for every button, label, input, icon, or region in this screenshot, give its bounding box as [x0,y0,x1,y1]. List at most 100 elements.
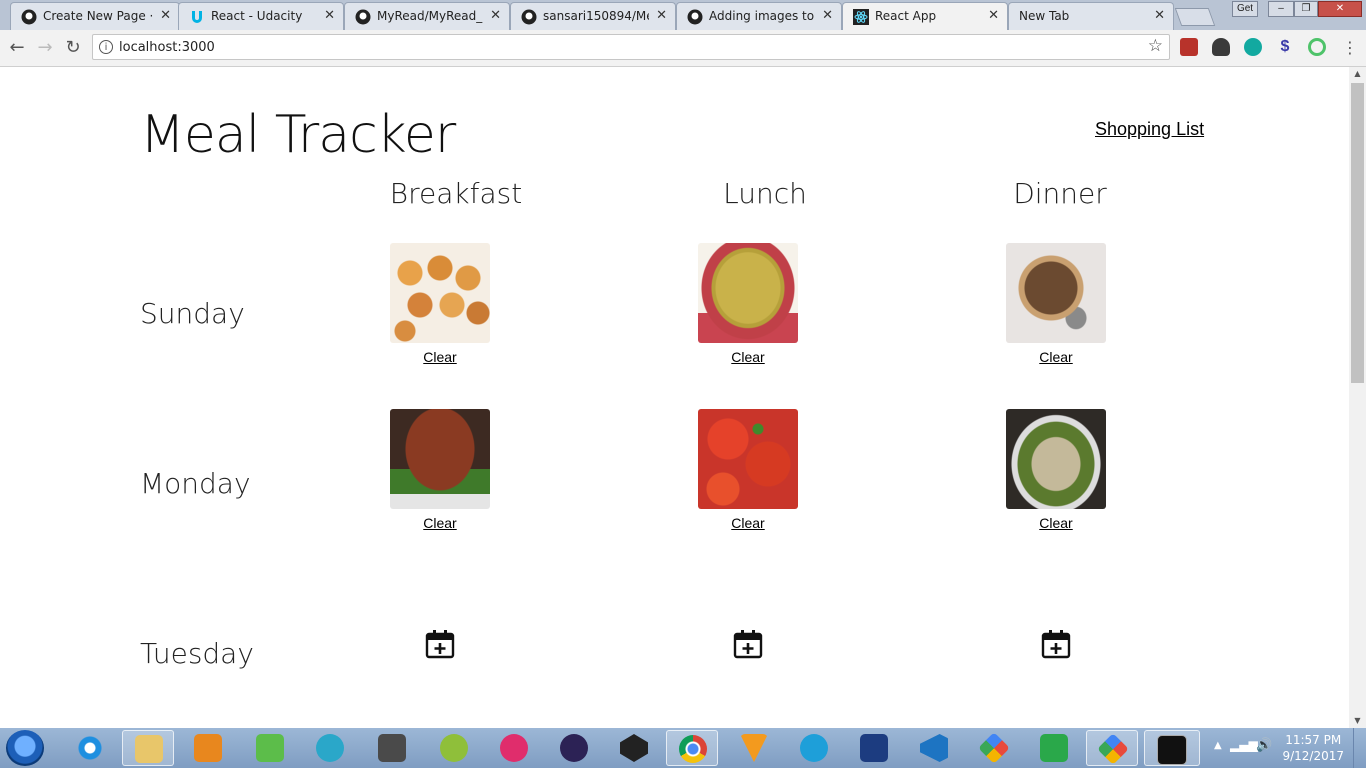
chrome-icon [679,735,707,763]
visual-studio-icon [920,734,948,762]
taskbar-flickr[interactable] [488,730,540,766]
restore-button[interactable]: ❐ [1294,1,1318,17]
stripe-icon[interactable]: $ [1276,38,1294,56]
camera-icon [316,734,344,762]
close-icon[interactable]: ✕ [822,8,833,23]
minimize-button[interactable]: – [1268,1,1294,17]
taskbar-sublime[interactable] [366,730,418,766]
taskbar-gem-open[interactable] [1086,730,1138,766]
meal-slot: Clear [390,243,490,365]
address-bar[interactable]: i localhost:3000 ☆ [92,34,1170,60]
close-icon[interactable]: ✕ [160,8,171,23]
play-icon [800,734,828,762]
tab-sansari-repo[interactable]: sansari150894/Mea ✕ [510,2,676,30]
tab-react-app[interactable]: React App ✕ [842,2,1008,30]
taskbar-ie[interactable] [64,730,116,766]
page-scrollbar[interactable]: ▲ ▼ [1349,67,1366,728]
taskbar-vlc[interactable] [728,730,780,766]
taskbar-eclipse[interactable] [548,730,600,766]
clear-button[interactable]: Clear [1006,515,1106,531]
tab-title: Create New Page · s [43,9,153,23]
clear-button[interactable]: Clear [698,515,798,531]
vector-icon [740,734,768,762]
show-hidden-icons-icon[interactable]: ▲ [1214,740,1222,751]
curry-bowl-photo [698,243,798,343]
clear-button[interactable]: Clear [1006,349,1106,365]
window-close-button[interactable]: ✕ [1318,1,1362,17]
fried-puffs-photo [390,243,490,343]
day-label-monday: Monday [140,467,251,500]
taskbar-unity[interactable] [608,730,660,766]
tab-title: sansari150894/Mea [543,9,649,23]
github-icon [21,9,37,25]
calendar-add-icon[interactable] [1040,628,1072,660]
command-prompt-icon [1157,735,1187,765]
taskbar-cmd[interactable] [1144,730,1200,766]
taskbar-explorer[interactable] [122,730,174,766]
clock-date: 9/12/2017 [1282,749,1344,763]
extension-icon[interactable] [1180,38,1198,56]
tab-new-tab[interactable]: New Tab ✕ [1008,2,1174,30]
evernote-icon[interactable] [1212,38,1230,56]
taskbar-android[interactable] [428,730,480,766]
volume-icon[interactable]: 🔊 [1256,738,1272,753]
meal-header-dinner: Dinner [1013,177,1107,210]
tab-title: React - Udacity [211,9,303,23]
page-title: Meal Tracker [140,105,456,165]
close-icon[interactable]: ✕ [656,8,667,23]
shopping-list-link[interactable]: Shopping List [1095,119,1204,140]
tab-title: New Tab [1019,9,1070,23]
forward-arrow-icon[interactable]: → [35,38,55,58]
calendar-add-icon[interactable] [732,628,764,660]
close-icon[interactable]: ✕ [988,8,999,23]
taskbar-gem[interactable] [968,730,1020,766]
tab-myread[interactable]: MyRead/MyRead_3 ✕ [344,2,510,30]
bookmark-star-icon[interactable]: ☆ [1148,36,1163,56]
reload-icon[interactable]: ↻ [63,38,83,58]
tab-create-new-page[interactable]: Create New Page · s ✕ [10,2,180,30]
close-icon[interactable]: ✕ [324,8,335,23]
roast-chicken-photo [390,409,490,509]
info-icon[interactable]: i [99,40,113,54]
taskbar-chrome[interactable] [666,730,718,766]
taskbar-clock[interactable]: 11:57 PM 9/12/2017 [1282,732,1344,764]
grammar-icon[interactable] [1308,38,1326,56]
dinner-plate-photo [1006,243,1106,343]
clear-button[interactable]: Clear [390,515,490,531]
taskbar-media[interactable] [182,730,234,766]
tab-adding-images[interactable]: Adding images to w ✕ [676,2,842,30]
show-desktop-button[interactable] [1353,728,1366,768]
taskbar-recorder[interactable] [304,730,356,766]
mp3-icon [256,734,284,762]
calendar-add-icon[interactable] [424,628,456,660]
system-tray: ▲ ▂▄▆ 🔊 11:57 PM 9/12/2017 [1206,728,1366,768]
meal-slot: Clear [1006,409,1106,531]
page-viewport: Meal Tracker Shopping List Breakfast Lun… [0,67,1349,728]
scroll-down-icon[interactable]: ▼ [1349,714,1366,728]
close-icon[interactable]: ✕ [490,8,501,23]
clear-button[interactable]: Clear [698,349,798,365]
mercury-icon[interactable] [1244,38,1262,56]
day-label-sunday: Sunday [140,297,245,330]
new-tab-button[interactable] [1174,8,1216,26]
android-studio-icon [440,734,468,762]
close-icon[interactable]: ✕ [1154,8,1165,23]
start-button[interactable] [6,730,44,766]
tab-title: Adding images to w [709,9,815,23]
clear-button[interactable]: Clear [390,349,490,365]
taskbar-devcpp[interactable] [848,730,900,766]
taskbar-vscode[interactable] [908,730,960,766]
taskbar-player[interactable] [788,730,840,766]
tab-react-udacity[interactable]: React - Udacity ✕ [178,2,344,30]
profile-button[interactable]: Get [1232,1,1258,17]
spreadsheet-icon [1040,734,1068,762]
browser-toolbar: ← → ↻ i localhost:3000 ☆ $ ⋮ [0,30,1366,67]
back-arrow-icon[interactable]: ← [7,38,27,58]
taskbar-sheets[interactable] [1028,730,1080,766]
url-text[interactable]: localhost:3000 [119,40,215,55]
taskbar-mp3[interactable] [244,730,296,766]
network-icon[interactable]: ▂▄▆ [1230,738,1258,752]
menu-icon[interactable]: ⋮ [1340,38,1360,58]
scroll-up-icon[interactable]: ▲ [1349,67,1366,81]
scroll-thumb[interactable] [1351,83,1364,383]
